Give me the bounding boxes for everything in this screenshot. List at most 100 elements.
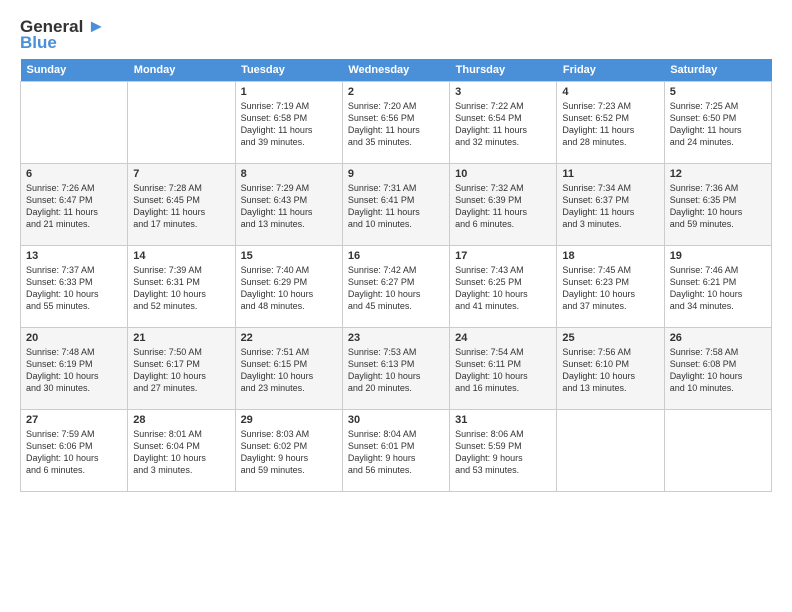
day-number: 15 (241, 250, 337, 262)
day-number: 9 (348, 168, 444, 180)
calendar-page: General ► Blue SundayMondayTuesdayWednes… (0, 0, 792, 502)
day-detail: Sunrise: 7:48 AMSunset: 6:19 PMDaylight:… (26, 346, 122, 395)
calendar-table: SundayMondayTuesdayWednesdayThursdayFrid… (20, 59, 772, 492)
day-number: 20 (26, 332, 122, 344)
calendar-day-cell: 16Sunrise: 7:42 AMSunset: 6:27 PMDayligh… (342, 246, 449, 328)
day-number: 25 (562, 332, 658, 344)
calendar-week-row: 6 Sunrise: 7:26 AMSunset: 6:47 PMDaylight… (21, 164, 772, 246)
day-detail: Sunrise: 7:58 AMSunset: 6:08 PMDaylight:… (670, 346, 766, 395)
day-number: 22 (241, 332, 337, 344)
weekday-header-sunday: Sunday (21, 59, 128, 82)
calendar-day-cell: 10Sunrise: 7:32 AMSunset: 6:39 PMDayligh… (450, 164, 557, 246)
weekday-header-saturday: Saturday (664, 59, 771, 82)
calendar-day-cell: 4 Sunrise: 7:23 AMSunset: 6:52 PMDaylight… (557, 82, 664, 164)
day-detail: Sunrise: 7:26 AMSunset: 6:47 PMDaylight:… (26, 182, 122, 231)
calendar-day-cell: 24 Sunrise: 7:54 AMSunset: 6:11 PMDayligh… (450, 328, 557, 410)
calendar-week-row: 1 Sunrise: 7:19 AMSunset: 6:58 PMDaylight… (21, 82, 772, 164)
day-detail: Sunrise: 7:50 AMSunset: 6:17 PMDaylight:… (133, 346, 229, 395)
day-detail: Sunrise: 8:04 AMSunset: 6:01 PMDaylight:… (348, 428, 444, 477)
day-detail: Sunrise: 7:59 AMSunset: 6:06 PMDaylight:… (26, 428, 122, 477)
day-number: 16 (348, 250, 444, 262)
day-detail: Sunrise: 8:06 AMSunset: 5:59 PMDaylight:… (455, 428, 551, 477)
day-number: 7 (133, 168, 229, 180)
calendar-day-cell: 26 Sunrise: 7:58 AMSunset: 6:08 PMDayligh… (664, 328, 771, 410)
calendar-day-cell: 25Sunrise: 7:56 AMSunset: 6:10 PMDayligh… (557, 328, 664, 410)
calendar-day-cell: 2Sunrise: 7:20 AMSunset: 6:56 PMDaylight… (342, 82, 449, 164)
day-detail: Sunrise: 7:32 AMSunset: 6:39 PMDaylight:… (455, 182, 551, 231)
day-detail: Sunrise: 7:25 AMSunset: 6:50 PMDaylight:… (670, 100, 766, 149)
calendar-week-row: 13 Sunrise: 7:37 AMSunset: 6:33 PMDayligh… (21, 246, 772, 328)
day-number: 13 (26, 250, 122, 262)
day-number: 4 (562, 86, 658, 98)
day-detail: Sunrise: 7:23 AMSunset: 6:52 PMDaylight:… (562, 100, 658, 149)
calendar-day-cell: 19Sunrise: 7:46 AMSunset: 6:21 PMDayligh… (664, 246, 771, 328)
calendar-day-cell: 31 Sunrise: 8:06 AMSunset: 5:59 PMDayligh… (450, 410, 557, 492)
weekday-header-friday: Friday (557, 59, 664, 82)
calendar-day-cell: 13 Sunrise: 7:37 AMSunset: 6:33 PMDayligh… (21, 246, 128, 328)
day-detail: Sunrise: 8:01 AMSunset: 6:04 PMDaylight:… (133, 428, 229, 477)
day-detail: Sunrise: 7:19 AMSunset: 6:58 PMDaylight:… (241, 100, 337, 149)
calendar-day-cell: 7Sunrise: 7:28 AMSunset: 6:45 PMDaylight… (128, 164, 235, 246)
calendar-day-cell: 22 Sunrise: 7:51 AMSunset: 6:15 PMDayligh… (235, 328, 342, 410)
calendar-day-cell: 5 Sunrise: 7:25 AMSunset: 6:50 PMDaylight… (664, 82, 771, 164)
day-detail: Sunrise: 7:53 AMSunset: 6:13 PMDaylight:… (348, 346, 444, 395)
logo: General ► Blue (20, 16, 105, 53)
day-number: 6 (26, 168, 122, 180)
day-number: 19 (670, 250, 766, 262)
day-number: 21 (133, 332, 229, 344)
day-detail: Sunrise: 7:31 AMSunset: 6:41 PMDaylight:… (348, 182, 444, 231)
logo-blue: Blue (20, 33, 57, 53)
day-number: 23 (348, 332, 444, 344)
day-number: 8 (241, 168, 337, 180)
day-detail: Sunrise: 7:51 AMSunset: 6:15 PMDaylight:… (241, 346, 337, 395)
day-number: 5 (670, 86, 766, 98)
weekday-header-tuesday: Tuesday (235, 59, 342, 82)
calendar-day-cell (664, 410, 771, 492)
day-number: 11 (562, 168, 658, 180)
day-detail: Sunrise: 7:40 AMSunset: 6:29 PMDaylight:… (241, 264, 337, 313)
calendar-day-cell: 21 Sunrise: 7:50 AMSunset: 6:17 PMDayligh… (128, 328, 235, 410)
calendar-day-cell: 17 Sunrise: 7:43 AMSunset: 6:25 PMDayligh… (450, 246, 557, 328)
calendar-day-cell: 20 Sunrise: 7:48 AMSunset: 6:19 PMDayligh… (21, 328, 128, 410)
calendar-week-row: 20 Sunrise: 7:48 AMSunset: 6:19 PMDayligh… (21, 328, 772, 410)
weekday-header-monday: Monday (128, 59, 235, 82)
day-detail: Sunrise: 7:34 AMSunset: 6:37 PMDaylight:… (562, 182, 658, 231)
calendar-day-cell: 3 Sunrise: 7:22 AMSunset: 6:54 PMDaylight… (450, 82, 557, 164)
calendar-day-cell: 1 Sunrise: 7:19 AMSunset: 6:58 PMDaylight… (235, 82, 342, 164)
day-number: 2 (348, 86, 444, 98)
day-number: 14 (133, 250, 229, 262)
calendar-day-cell: 12Sunrise: 7:36 AMSunset: 6:35 PMDayligh… (664, 164, 771, 246)
day-number: 3 (455, 86, 551, 98)
day-number: 26 (670, 332, 766, 344)
calendar-day-cell (128, 82, 235, 164)
calendar-day-cell: 30 Sunrise: 8:04 AMSunset: 6:01 PMDayligh… (342, 410, 449, 492)
calendar-day-cell: 9 Sunrise: 7:31 AMSunset: 6:41 PMDaylight… (342, 164, 449, 246)
header: General ► Blue (20, 16, 772, 53)
calendar-day-cell: 15 Sunrise: 7:40 AMSunset: 6:29 PMDayligh… (235, 246, 342, 328)
weekday-header-row: SundayMondayTuesdayWednesdayThursdayFrid… (21, 59, 772, 82)
calendar-day-cell: 29Sunrise: 8:03 AMSunset: 6:02 PMDayligh… (235, 410, 342, 492)
weekday-header-thursday: Thursday (450, 59, 557, 82)
day-number: 24 (455, 332, 551, 344)
day-number: 1 (241, 86, 337, 98)
day-detail: Sunrise: 7:43 AMSunset: 6:25 PMDaylight:… (455, 264, 551, 313)
day-number: 12 (670, 168, 766, 180)
day-number: 31 (455, 414, 551, 426)
day-detail: Sunrise: 7:54 AMSunset: 6:11 PMDaylight:… (455, 346, 551, 395)
day-number: 30 (348, 414, 444, 426)
day-number: 17 (455, 250, 551, 262)
day-detail: Sunrise: 7:22 AMSunset: 6:54 PMDaylight:… (455, 100, 551, 149)
calendar-day-cell (21, 82, 128, 164)
day-number: 29 (241, 414, 337, 426)
day-detail: Sunrise: 7:39 AMSunset: 6:31 PMDaylight:… (133, 264, 229, 313)
day-number: 28 (133, 414, 229, 426)
calendar-day-cell: 18Sunrise: 7:45 AMSunset: 6:23 PMDayligh… (557, 246, 664, 328)
calendar-day-cell: 27Sunrise: 7:59 AMSunset: 6:06 PMDayligh… (21, 410, 128, 492)
calendar-day-cell: 11 Sunrise: 7:34 AMSunset: 6:37 PMDayligh… (557, 164, 664, 246)
calendar-day-cell: 8Sunrise: 7:29 AMSunset: 6:43 PMDaylight… (235, 164, 342, 246)
logo-bird-icon: ► (87, 16, 105, 37)
day-number: 18 (562, 250, 658, 262)
calendar-day-cell: 14 Sunrise: 7:39 AMSunset: 6:31 PMDayligh… (128, 246, 235, 328)
calendar-day-cell: 23 Sunrise: 7:53 AMSunset: 6:13 PMDayligh… (342, 328, 449, 410)
day-detail: Sunrise: 7:37 AMSunset: 6:33 PMDaylight:… (26, 264, 122, 313)
